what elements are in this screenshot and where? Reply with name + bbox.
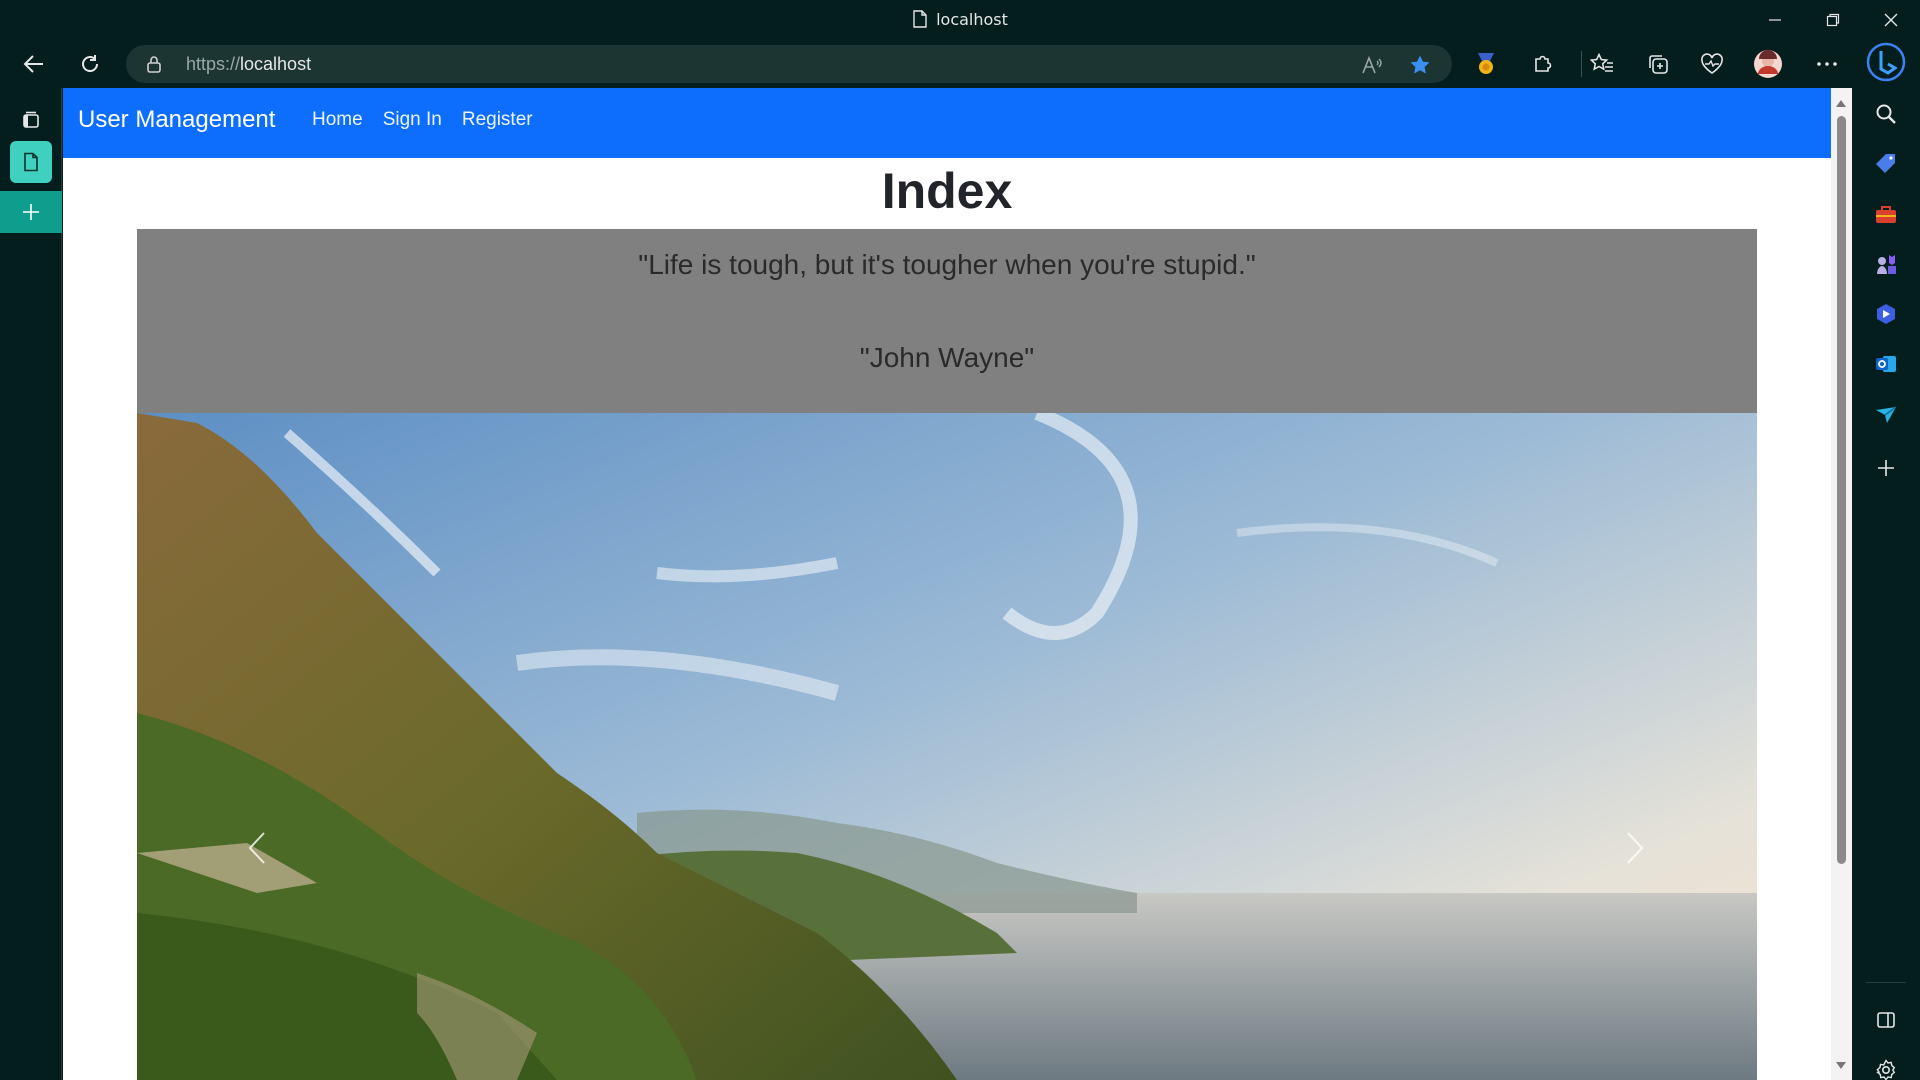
restore-icon [1826, 13, 1840, 27]
search-icon [1876, 104, 1896, 124]
url-scheme: https:// [186, 54, 241, 74]
page-scrollbar[interactable] [1831, 88, 1852, 1080]
vertical-tabs-sidebar [0, 88, 62, 1080]
minimize-icon [1769, 19, 1781, 21]
image-carousel [137, 413, 1757, 1080]
new-tab-button[interactable] [0, 191, 62, 233]
sidebar-settings-button[interactable] [1866, 1050, 1906, 1080]
browser-toolbar: https://localhost [0, 40, 1920, 88]
site-navbar: User Management Home Sign In Register [63, 88, 1831, 158]
refresh-icon [82, 55, 98, 72]
settings-more-button[interactable] [1807, 44, 1847, 84]
refresh-button[interactable] [70, 44, 110, 84]
tab-actions-icon [23, 111, 39, 128]
extensions-button[interactable] [1522, 44, 1562, 84]
read-aloud-icon [1362, 55, 1382, 74]
carousel-image-coastline [137, 413, 1757, 1080]
sidebar-hide-button[interactable] [1866, 1000, 1906, 1040]
quote-author: "John Wayne" [859, 342, 1035, 373]
nav-link-register[interactable]: Register [462, 109, 533, 131]
add-icon [1878, 460, 1894, 476]
tab-localhost[interactable] [10, 141, 52, 183]
shopping-tag-icon [1876, 154, 1895, 173]
games-icon [1877, 255, 1896, 274]
send-icon [1876, 406, 1897, 423]
nav-link-home[interactable]: Home [312, 109, 363, 131]
sidebar-add-button[interactable] [1866, 448, 1906, 488]
settings-icon [1876, 1059, 1896, 1080]
browser-essentials-button[interactable] [1692, 44, 1732, 84]
url-text[interactable]: https://localhost [186, 54, 311, 75]
scroll-down-arrow-icon[interactable] [1836, 1062, 1846, 1069]
sidebar-toggle-icon [1877, 1012, 1895, 1028]
lock-icon[interactable] [146, 55, 162, 73]
tools-icon [1876, 206, 1896, 223]
carousel-next-button[interactable] [1620, 823, 1650, 873]
back-arrow-icon [23, 55, 43, 73]
url-host: localhost [240, 54, 312, 74]
navbar-links: Home Sign In Register [312, 109, 533, 131]
tab-actions-button[interactable] [10, 99, 52, 141]
medal-icon [1478, 53, 1494, 74]
sidebar-tools-button[interactable] [1866, 194, 1906, 234]
carousel-prev-button[interactable] [242, 823, 272, 873]
edge-sidebar [1852, 40, 1920, 1080]
sidebar-divider [1866, 982, 1906, 983]
outlook-icon [1876, 356, 1896, 372]
sidebar-outlook-button[interactable] [1866, 344, 1906, 384]
page-tab-icon [24, 152, 38, 172]
rewards-button[interactable] [1466, 44, 1506, 84]
restore-button[interactable] [1804, 0, 1862, 40]
read-aloud-button[interactable] [1358, 51, 1386, 79]
bing-copilot-button[interactable] [1866, 42, 1906, 82]
scrollbar-thumb[interactable] [1837, 116, 1846, 864]
favorites-button[interactable] [1582, 44, 1622, 84]
new-tab-icon [23, 204, 39, 220]
bing-icon [1866, 42, 1906, 82]
navbar-brand[interactable]: User Management [78, 106, 275, 134]
sidebar-search-button[interactable] [1866, 94, 1906, 134]
web-page-viewport: User Management Home Sign In Register In… [63, 88, 1852, 1080]
close-icon [1884, 13, 1898, 27]
window-titlebar: localhost [0, 0, 1920, 40]
more-dots-icon [1817, 62, 1837, 66]
scroll-up-arrow-icon[interactable] [1836, 100, 1846, 107]
favorites-list-icon [1590, 53, 1613, 72]
window-title: localhost [0, 10, 1920, 29]
nav-link-sign-in[interactable]: Sign In [383, 109, 442, 131]
profile-button[interactable] [1748, 44, 1788, 84]
quote-box: "Life is tough, but it's tougher when yo… [137, 229, 1757, 413]
sidebar-games-button[interactable] [1866, 244, 1906, 284]
chevron-right-icon [1627, 832, 1644, 864]
minimize-button[interactable] [1746, 0, 1804, 40]
star-filled-icon [1410, 55, 1430, 74]
collections-icon [1649, 55, 1668, 74]
avatar [1754, 50, 1782, 78]
collections-button[interactable] [1638, 44, 1678, 84]
page-title: Index [881, 163, 1013, 219]
favorite-star-button[interactable] [1406, 51, 1434, 79]
quote-text: "Life is tough, but it's tougher when yo… [638, 249, 1256, 280]
window-title-text: localhost [936, 10, 1008, 29]
address-bar[interactable]: https://localhost [126, 45, 1452, 83]
heart-pulse-icon [1701, 53, 1723, 74]
close-button[interactable] [1862, 0, 1920, 40]
puzzle-icon [1535, 55, 1552, 72]
sidebar-send-button[interactable] [1866, 394, 1906, 434]
sidebar-shopping-button[interactable] [1866, 144, 1906, 184]
page-file-icon [913, 10, 927, 28]
chevron-left-icon [248, 832, 265, 864]
sidebar-copilot-button[interactable] [1866, 294, 1906, 334]
back-button[interactable] [14, 44, 54, 84]
copilot-icon [1877, 304, 1895, 324]
